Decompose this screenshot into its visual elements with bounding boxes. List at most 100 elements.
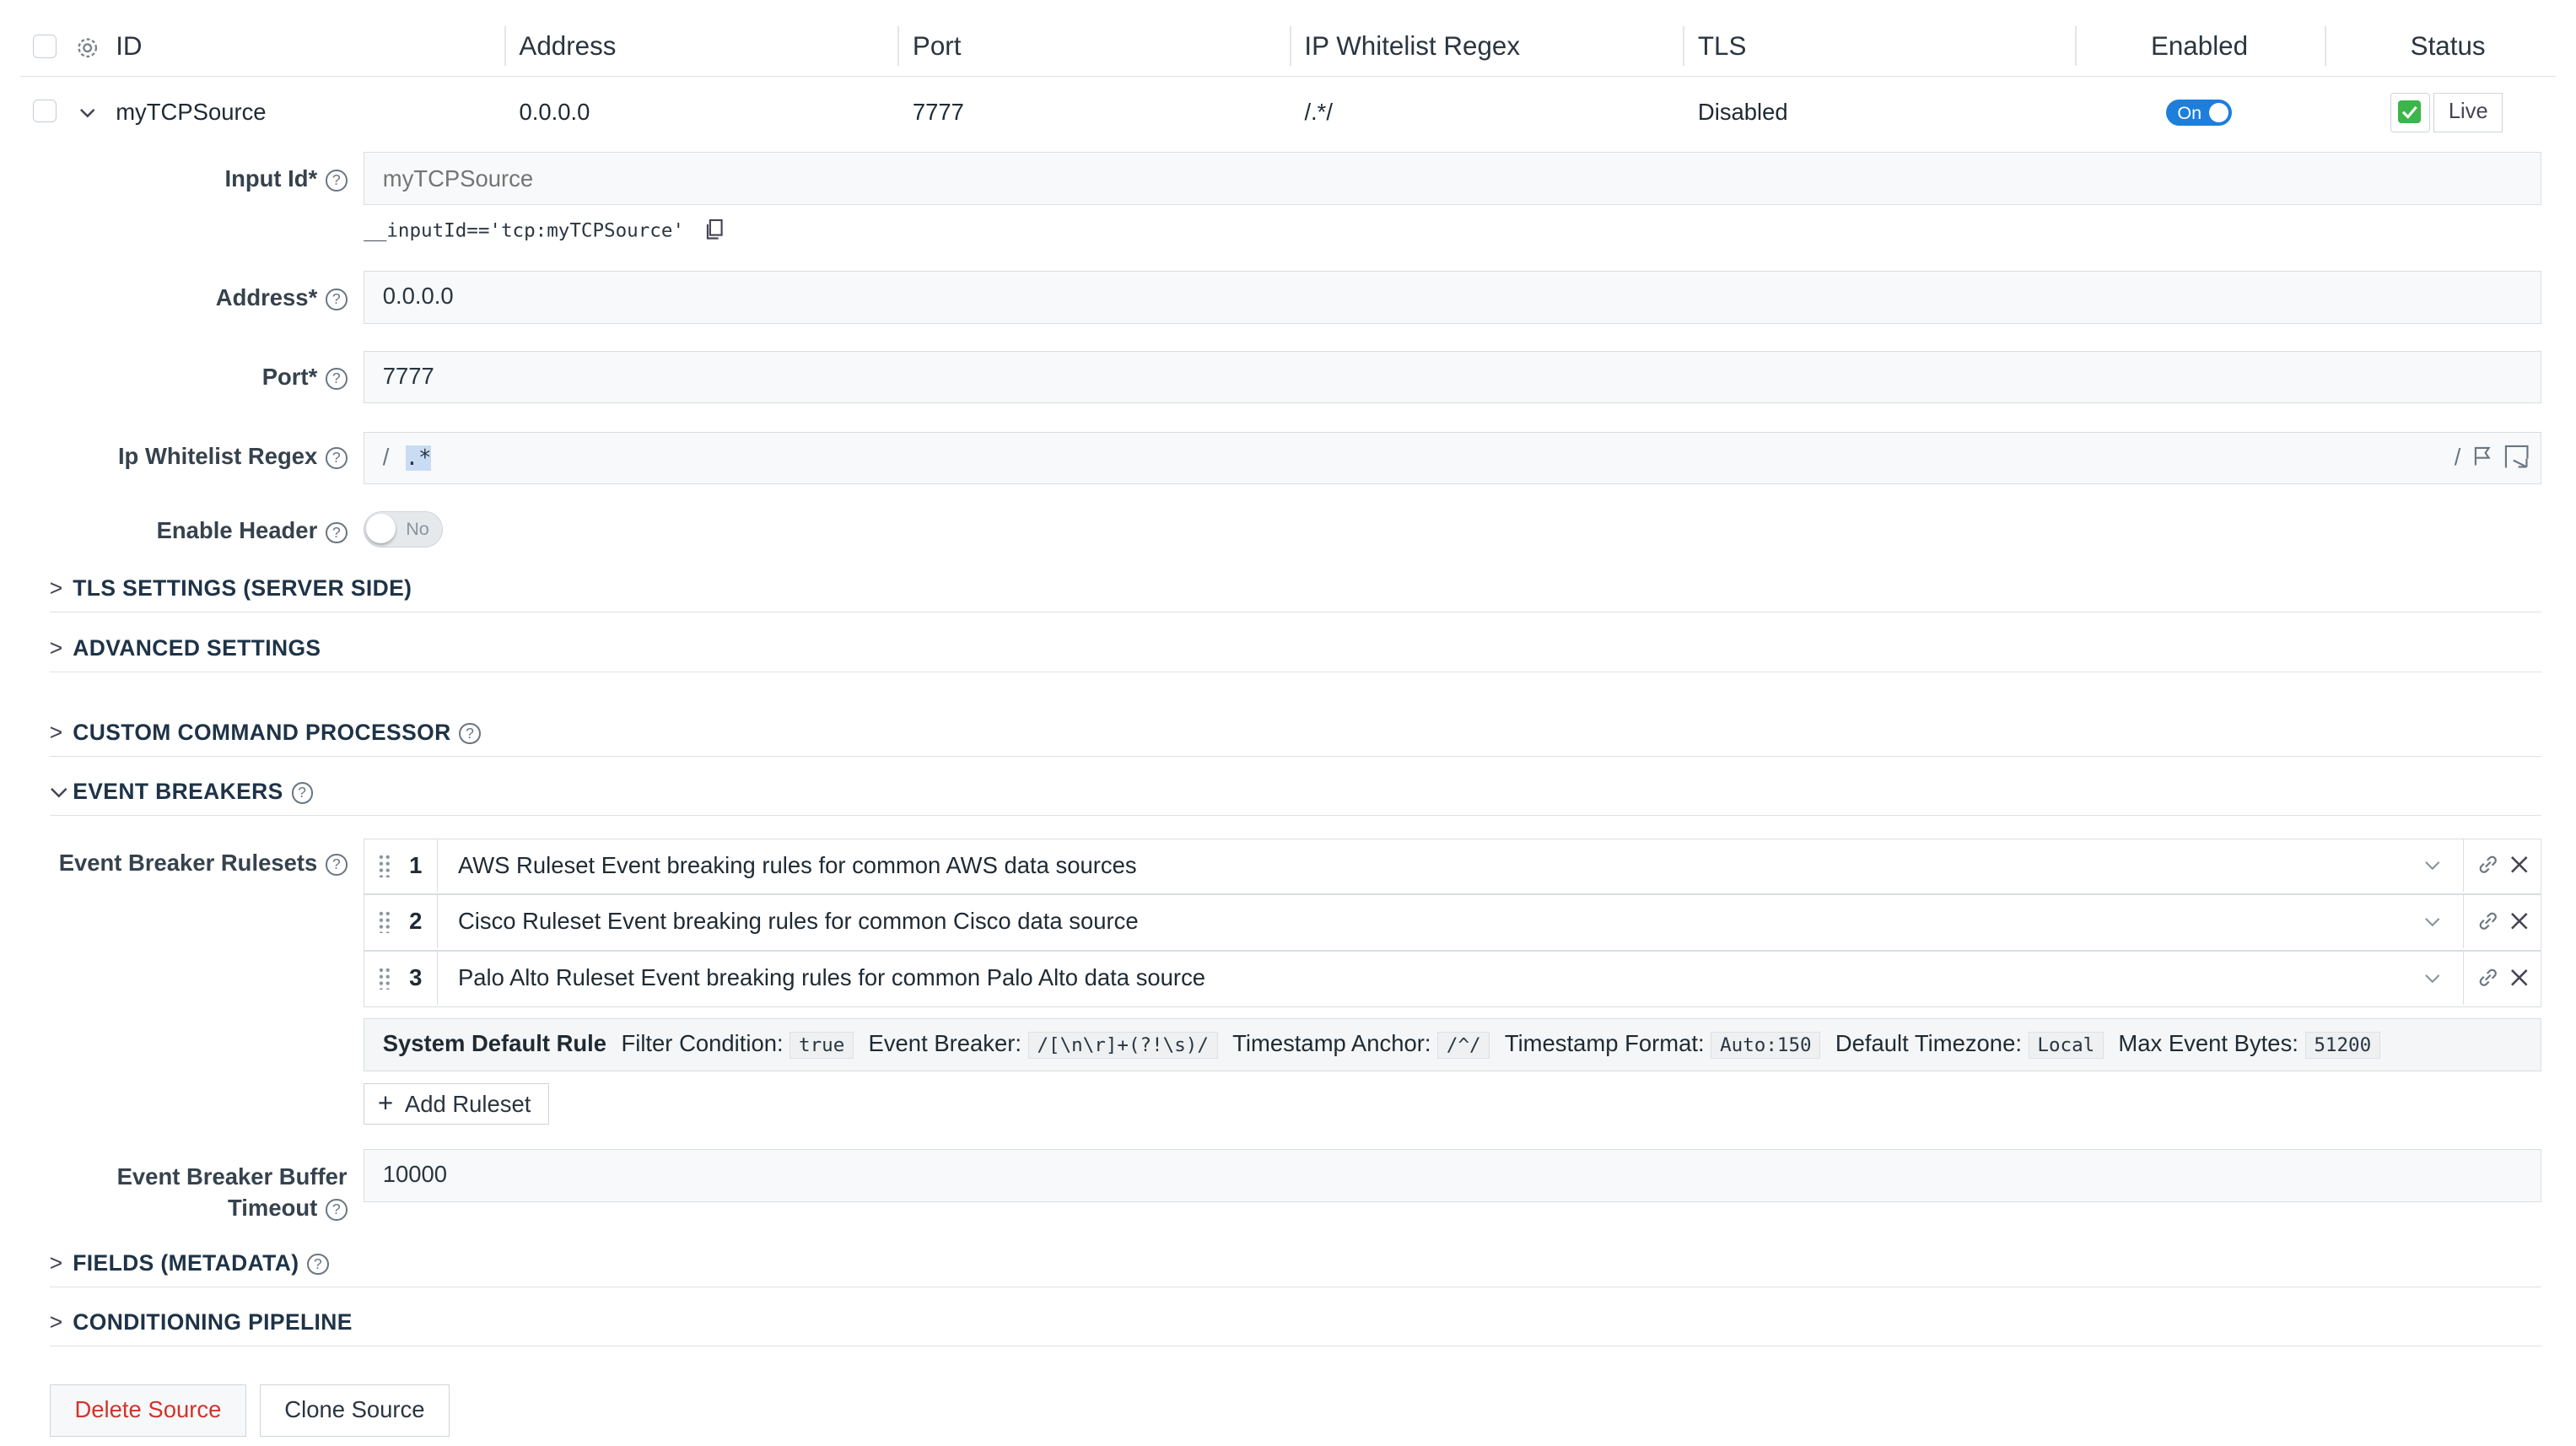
drag-handle-icon[interactable]: [377, 966, 391, 990]
ruleset-number: 2: [409, 908, 423, 935]
port-field[interactable]: 7777: [364, 350, 2541, 404]
col-header-ip-regex[interactable]: IP Whitelist Regex: [1304, 13, 1520, 76]
system-default-title: System Default Rule: [382, 1030, 607, 1057]
expand-editor-icon[interactable]: [2503, 444, 2530, 470]
help-icon[interactable]: ?: [326, 447, 348, 469]
col-header-tls[interactable]: TLS: [1698, 13, 1747, 76]
drag-handle-icon[interactable]: [377, 854, 391, 877]
ruleset-row[interactable]: 3 Palo Alto Ruleset Event breaking rules…: [364, 951, 2541, 1007]
section-event-breakers[interactable]: EVENT BREAKERS?: [49, 775, 2541, 817]
ruleset-select[interactable]: AWS Ruleset Event breaking rules for com…: [437, 839, 2460, 893]
chevron-right-icon: >: [49, 1249, 63, 1276]
section-advanced-title: ADVANCED SETTINGS: [73, 634, 321, 661]
help-icon[interactable]: ?: [307, 1253, 329, 1276]
chevron-down-icon[interactable]: [2424, 970, 2441, 987]
address-field[interactable]: 0.0.0.0: [364, 271, 2541, 325]
regex-open-slash: /: [382, 443, 390, 470]
event-breaker-rulesets-label: Event Breaker Rulesets?: [59, 850, 348, 877]
delete-source-button[interactable]: Delete Source: [49, 1384, 247, 1438]
close-icon[interactable]: [2510, 912, 2529, 931]
help-icon[interactable]: ?: [326, 368, 348, 390]
col-header-port[interactable]: Port: [913, 13, 962, 76]
input-id-hint-text: __inputId=='tcp:myTCPSource': [364, 219, 685, 242]
help-icon[interactable]: ?: [326, 289, 348, 310]
help-icon[interactable]: ?: [326, 854, 348, 877]
link-icon[interactable]: [2477, 910, 2498, 931]
chevron-down-icon: [50, 787, 67, 798]
max-event-bytes-value: 51200: [2304, 1032, 2380, 1060]
toggle-knob: [366, 513, 396, 543]
ruleset-number: 1: [409, 851, 423, 878]
timestamp-format-value: Auto:150: [1711, 1032, 1821, 1060]
timestamp-format-label: Timestamp Format:: [1504, 1030, 1705, 1057]
address-label-text: Address*: [215, 284, 318, 311]
column-divider: [504, 26, 506, 67]
section-advanced-settings[interactable]: > ADVANCED SETTINGS: [49, 632, 2541, 672]
table-row[interactable]: myTCPSource 0.0.0.0 7777 /.*/ Disabled O…: [0, 79, 2576, 145]
gear-icon[interactable]: [76, 36, 99, 59]
address-label: Address*?: [216, 284, 348, 311]
help-icon[interactable]: ?: [326, 170, 348, 192]
column-divider: [1289, 26, 1291, 67]
check-icon: [2397, 100, 2422, 124]
ip-whitelist-label: Ip Whitelist Regex?: [118, 443, 348, 470]
buffer-timeout-field[interactable]: 10000: [364, 1149, 2541, 1202]
ruleset-row[interactable]: 2 Cisco Ruleset Event breaking rules for…: [364, 894, 2541, 951]
enable-header-label: Enable Header?: [157, 517, 348, 544]
select-all-checkbox[interactable]: [33, 35, 57, 58]
chevron-down-icon[interactable]: [2424, 857, 2441, 874]
section-fields-metadata[interactable]: > FIELDS (METADATA)?: [49, 1247, 2541, 1287]
port-label: Port*?: [262, 364, 348, 391]
col-header-enabled[interactable]: Enabled: [2151, 13, 2248, 76]
clone-source-button[interactable]: Clone Source: [259, 1384, 450, 1438]
ip-whitelist-field[interactable]: / .* /: [364, 431, 2541, 485]
help-icon[interactable]: ?: [459, 722, 481, 745]
enabled-toggle-label: On: [2177, 101, 2202, 123]
row-id: myTCPSource: [116, 99, 267, 126]
ruleset-actions: [2463, 895, 2540, 949]
enabled-toggle[interactable]: On: [2165, 99, 2232, 126]
help-icon[interactable]: ?: [291, 782, 314, 804]
rulesets-label-text: Event Breaker Rulesets: [58, 850, 318, 877]
ruleset-select[interactable]: Cisco Ruleset Event breaking rules for c…: [437, 895, 2460, 949]
column-divider: [897, 26, 900, 67]
timestamp-anchor-value: /^/: [1437, 1032, 1490, 1060]
help-icon[interactable]: ?: [326, 1199, 348, 1221]
section-custom-command[interactable]: > CUSTOM COMMAND PROCESSOR?: [49, 716, 2541, 757]
regex-value[interactable]: .*: [405, 445, 432, 471]
chevron-right-icon: >: [49, 719, 63, 745]
chevron-down-icon[interactable]: [78, 103, 98, 123]
ruleset-select[interactable]: Palo Alto Ruleset Event breaking rules f…: [437, 952, 2460, 1005]
table-header: ID Address Port IP Whitelist Regex TLS E…: [19, 13, 2557, 78]
column-divider: [2074, 26, 2077, 67]
column-divider: [1683, 26, 1685, 67]
section-pipeline-title: CONDITIONING PIPELINE: [73, 1309, 353, 1335]
chevron-down-icon[interactable]: [2424, 914, 2441, 931]
link-icon[interactable]: [2477, 854, 2498, 875]
col-header-status[interactable]: Status: [2411, 13, 2486, 76]
section-fields-title: FIELDS (METADATA): [73, 1249, 299, 1276]
flag-icon[interactable]: [2472, 445, 2493, 467]
close-icon[interactable]: [2510, 855, 2529, 874]
status-badge[interactable]: Live: [2433, 92, 2503, 132]
row-checkbox[interactable]: [33, 99, 57, 123]
col-header-id[interactable]: ID: [116, 13, 142, 76]
link-icon[interactable]: [2477, 967, 2498, 988]
buffer-timeout-label-line1: Event Breaker Buffer: [116, 1163, 348, 1190]
col-header-address[interactable]: Address: [519, 13, 616, 76]
input-id-hint: __inputId=='tcp:myTCPSource': [364, 219, 725, 242]
buffer-timeout-label-line2: Timeout: [228, 1195, 318, 1222]
input-id-field[interactable]: [364, 152, 2541, 206]
add-ruleset-button[interactable]: + Add Ruleset: [364, 1082, 549, 1125]
help-icon[interactable]: ?: [326, 521, 348, 544]
chevron-right-icon: >: [49, 1309, 63, 1335]
section-tls-settings[interactable]: > TLS SETTINGS (SERVER SIDE): [49, 572, 2541, 613]
input-id-label: Input Id*?: [225, 165, 348, 192]
drag-handle-icon[interactable]: [377, 909, 391, 934]
close-icon[interactable]: [2510, 968, 2529, 987]
enable-header-toggle[interactable]: No: [364, 510, 444, 548]
copy-icon[interactable]: [705, 219, 725, 240]
section-conditioning-pipeline[interactable]: > CONDITIONING PIPELINE: [49, 1306, 2541, 1347]
section-tls-title: TLS SETTINGS (SERVER SIDE): [73, 575, 412, 602]
ruleset-row[interactable]: 1 AWS Ruleset Event breaking rules for c…: [364, 838, 2541, 895]
